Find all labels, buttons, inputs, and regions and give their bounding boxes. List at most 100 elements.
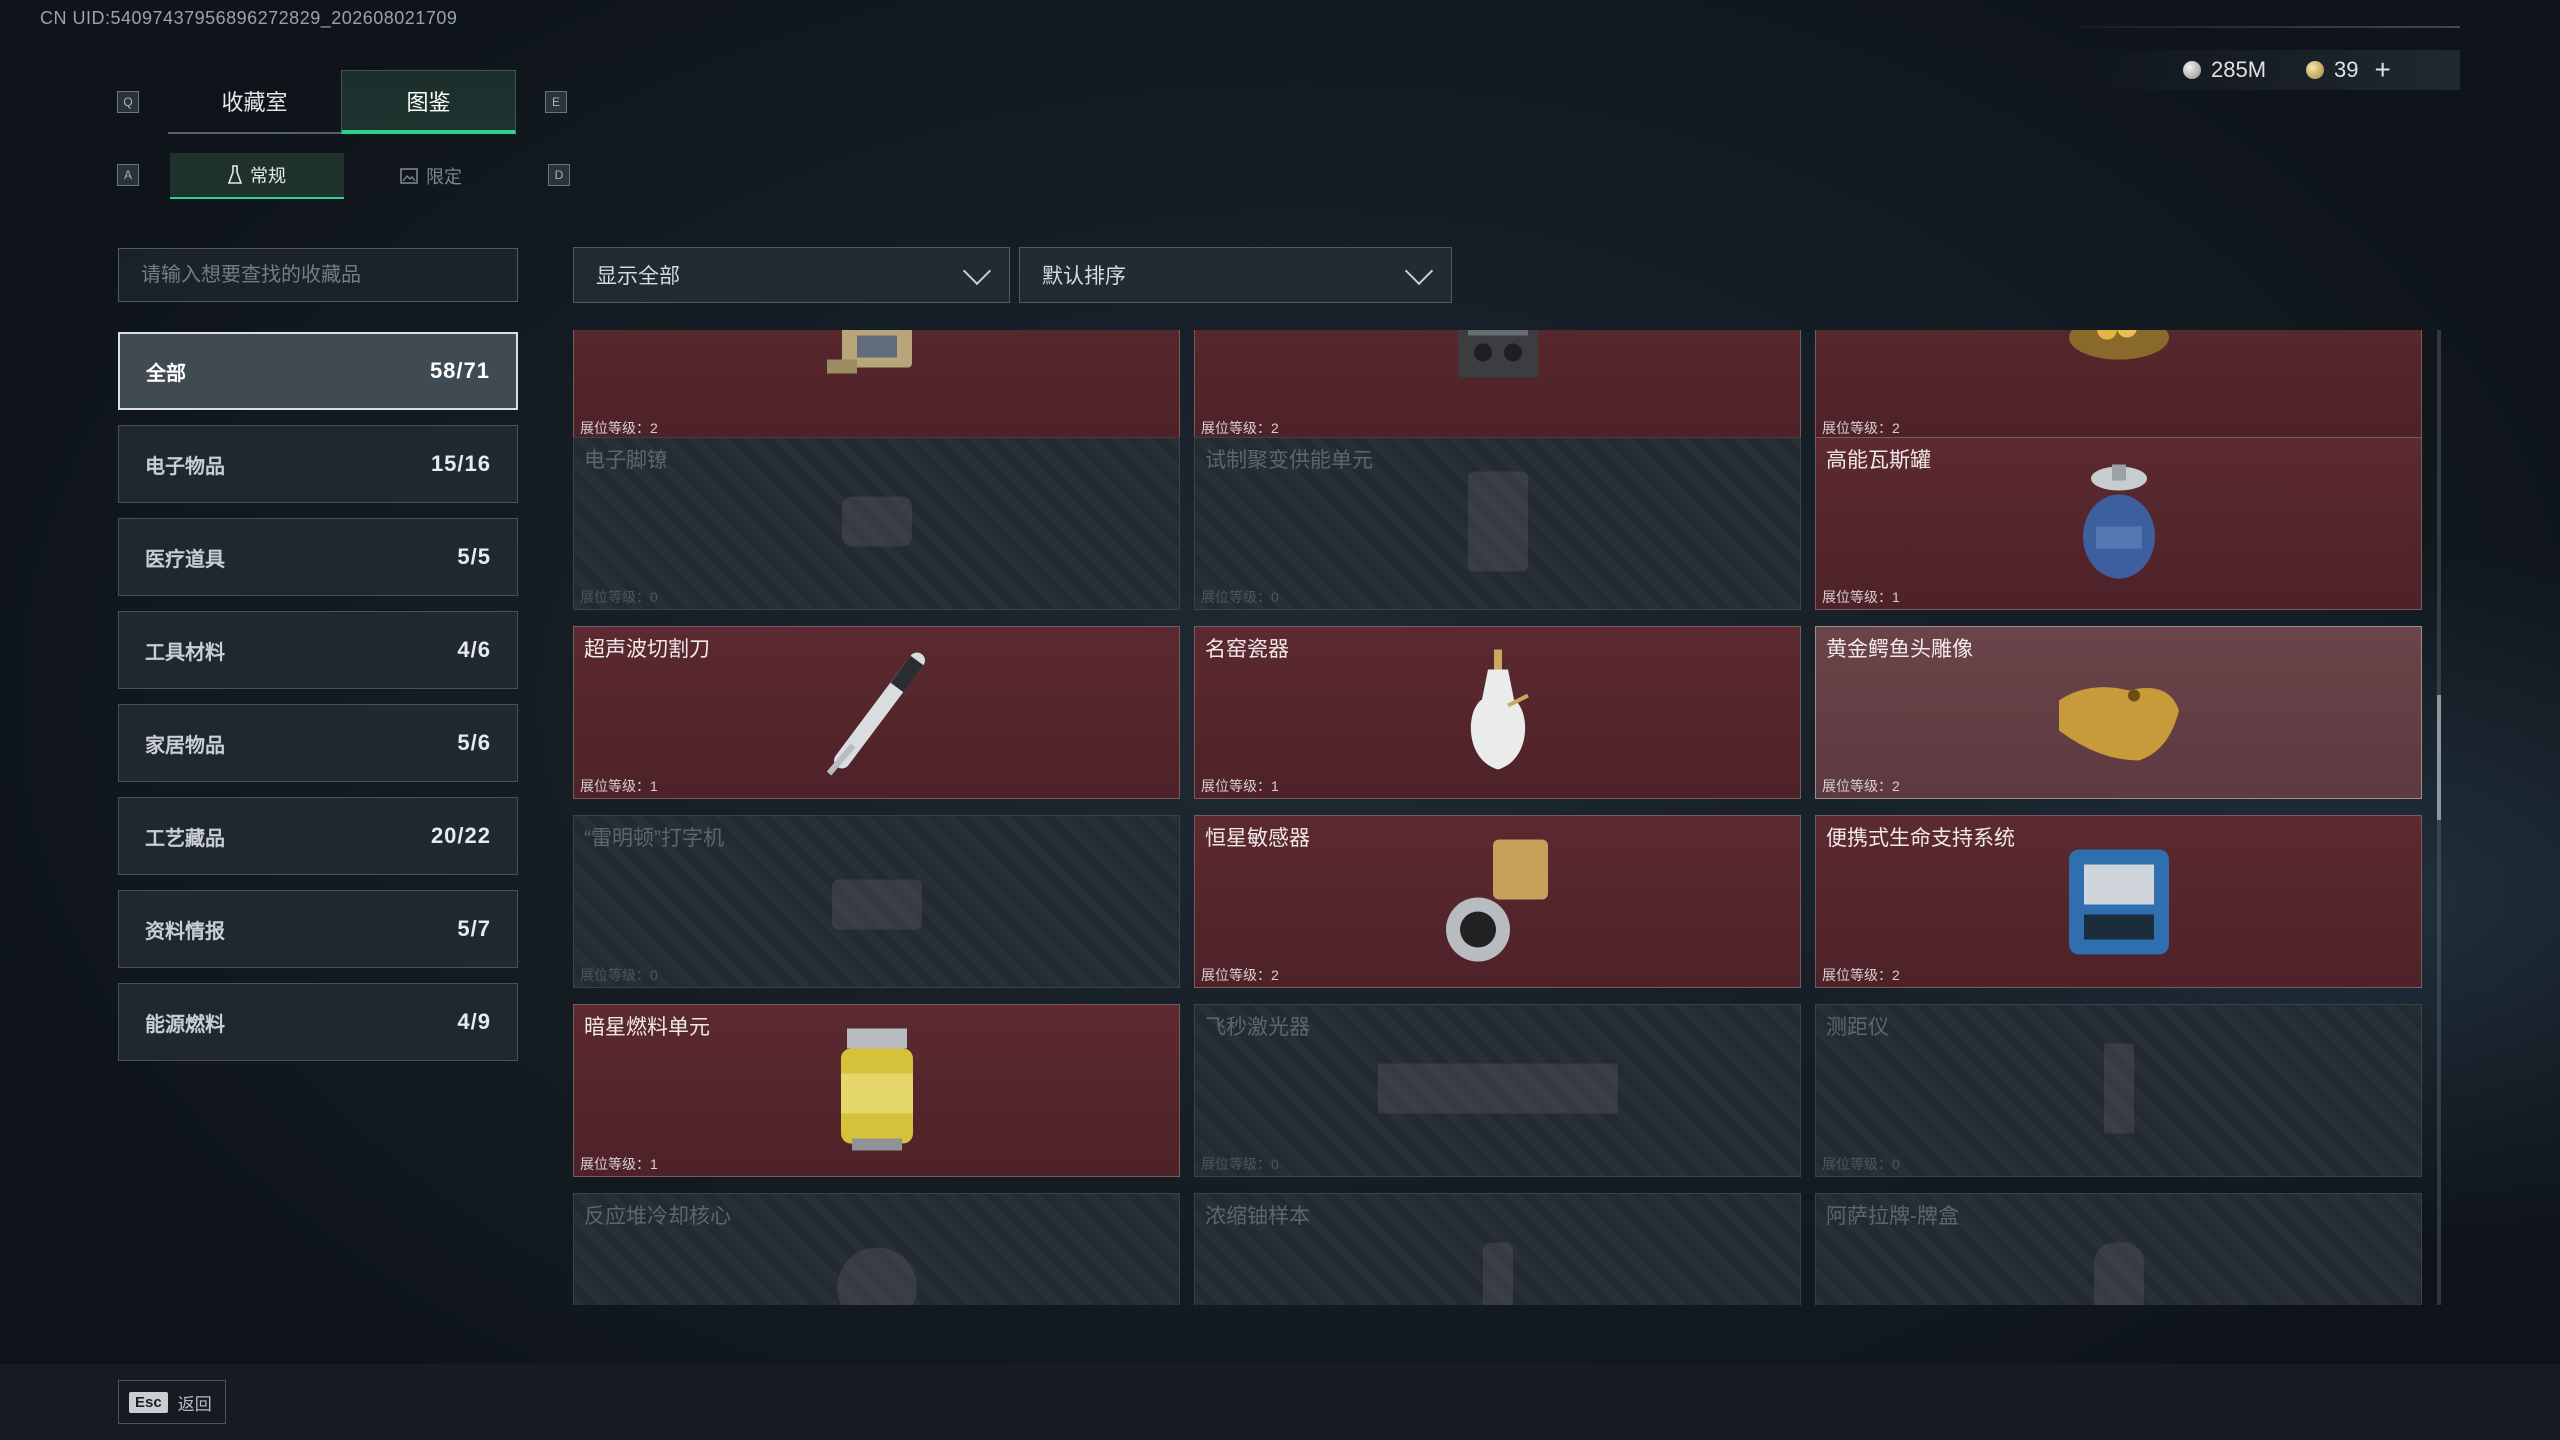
typewriter-icon [817,849,937,954]
silver-amount: 285M [2211,57,2267,82]
category-name: 家居物品 [145,734,225,757]
tab-collection-room[interactable]: 收藏室 [168,70,341,134]
silver-currency: 285M [2183,52,2266,88]
subtab-regular-label: 常规 [250,166,286,186]
add-currency-button[interactable]: + [2374,54,2390,86]
item-display-level: 展位等级：2 [1201,967,1279,983]
item-display-level: 展位等级：1 [1201,778,1279,794]
item-title: 试制聚变供能单元 [1205,449,1373,472]
chevron-down-icon [1404,256,1434,286]
collection-item-card[interactable]: 展位等级：2 [1194,330,1801,441]
item-display-level: 展位等级：0 [580,967,658,983]
category-name: 医疗道具 [145,548,225,571]
collection-item-card[interactable]: 超声波切割刀展位等级：1 [573,626,1180,799]
item-title: 名窑瓷器 [1205,638,1289,661]
gold-currency: 39 + [2306,52,2391,88]
subtab-regular[interactable]: 常规 [170,153,344,199]
item-title: 测距仪 [1826,1016,1889,1039]
category-name: 工艺藏品 [145,827,225,850]
back-label: 返回 [177,1394,212,1414]
fusion-unit-icon [1443,461,1553,586]
filter-dropdown-value: 显示全部 [596,265,680,288]
item-title: 反应堆冷却核心 [584,1205,731,1228]
collection-item-card[interactable]: 试制聚变供能单元展位等级：0 [1194,437,1801,610]
category-name: 全部 [146,362,186,385]
device-icon [817,330,937,402]
gold-crocodile-icon [2049,650,2189,775]
item-display-level: 展位等级：2 [1822,420,1900,436]
item-title: 超声波切割刀 [584,638,710,661]
image-icon [400,168,418,184]
collection-item-card[interactable]: 恒星敏感器展位等级：2 [1194,815,1801,988]
fuel-cell-icon [827,1018,927,1163]
life-support-icon [2054,829,2184,974]
header-decoration [2080,26,2460,28]
item-display-level: 展位等级：0 [1822,1156,1900,1172]
category-name: 资料情报 [145,920,225,943]
item-display-level: 展位等级：1 [580,778,658,794]
item-title: 飞秒激光器 [1205,1016,1310,1039]
key-hint-e: E [545,91,567,113]
collection-item-card[interactable]: 高能瓦斯罐 展位等级：1 [1815,437,2422,610]
golden-nest-icon [2059,330,2179,402]
collection-item-card[interactable]: 反应堆冷却核心 [573,1193,1180,1305]
subtab-limited-label: 限定 [426,167,462,187]
collection-item-card[interactable]: 展位等级：2 [573,330,1180,441]
card-box-icon [2079,1232,2159,1305]
collection-item-card[interactable]: 黄金鳄鱼头雕像 展位等级：2 [1815,626,2422,799]
category-item[interactable]: 家居物品 5/6 [118,704,518,782]
star-sensor-icon [1433,829,1563,974]
category-item[interactable]: 资料情报 5/7 [118,890,518,968]
filter-dropdown[interactable]: 显示全部 [573,247,1010,303]
tab-catalog[interactable]: 图鉴 [341,70,516,134]
category-name: 工具材料 [145,641,225,664]
item-title: 暗星燃料单元 [584,1016,710,1039]
collection-item-card[interactable]: 浓缩铀样本 [1194,1193,1801,1305]
collection-item-card[interactable]: 电子脚镣 展位等级：0 [573,437,1180,610]
collection-item-card[interactable]: 便携式生命支持系统 展位等级：2 [1815,815,2422,988]
grid-scrollbar[interactable] [2437,330,2441,1305]
category-item[interactable]: 工具材料 4/6 [118,611,518,689]
ultrasonic-knife-icon [817,645,937,780]
gold-amount: 39 [2334,57,2359,82]
collection-item-card[interactable]: 测距仪展位等级：0 [1815,1004,2422,1177]
item-title: 恒星敏感器 [1205,827,1310,850]
sort-dropdown[interactable]: 默认排序 [1019,247,1452,303]
category-count: 15/16 [430,451,491,476]
category-item[interactable]: 电子物品 15/16 [118,425,518,503]
item-display-level: 展位等级：0 [580,589,658,605]
esc-key-hint: Esc [129,1391,168,1413]
back-button[interactable]: Esc 返回 [118,1380,226,1424]
item-display-level: 展位等级：0 [1201,1156,1279,1172]
key-hint-a: A [117,164,139,186]
player-uid: CN UID:54097437956896272829_202608021709 [40,8,458,28]
search-box [118,248,518,302]
collection-item-card[interactable]: “雷明顿”打字机展位等级：0 [573,815,1180,988]
category-item[interactable]: 能源燃料 4/9 [118,983,518,1061]
category-count: 4/9 [457,1009,491,1034]
collection-item-card[interactable]: 展位等级：2 [1815,330,2422,441]
scrollbar-thumb[interactable] [2437,695,2441,820]
item-title: 便携式生命支持系统 [1826,827,2015,850]
collection-item-card[interactable]: 阿萨拉牌-牌盒 [1815,1193,2422,1305]
item-title: 阿萨拉牌-牌盒 [1826,1205,1959,1228]
silver-coin-icon [2183,61,2201,79]
item-title: “雷明顿”打字机 [584,827,724,850]
item-display-level: 展位等级：2 [1822,778,1900,794]
collection-item-card[interactable]: 暗星燃料单元展位等级：1 [573,1004,1180,1177]
item-title: 高能瓦斯罐 [1826,449,1931,472]
collection-item-card[interactable]: 飞秒激光器展位等级：0 [1194,1004,1801,1177]
footer-bar [0,1364,2560,1440]
item-display-level: 展位等级：1 [580,1156,658,1172]
collection-item-card[interactable]: 名窑瓷器展位等级：1 [1194,626,1801,799]
ankle-monitor-icon [822,471,932,576]
category-item[interactable]: 全部 58/71 [118,332,518,410]
subtab-limited[interactable]: 限定 [344,153,518,199]
item-display-level: 展位等级：0 [1201,589,1279,605]
category-item[interactable]: 工艺藏品 20/22 [118,797,518,875]
category-count: 58/71 [429,358,490,383]
chevron-down-icon [962,256,992,286]
category-item[interactable]: 医疗道具 5/5 [118,518,518,596]
laser-icon [1358,1043,1638,1138]
search-input[interactable] [139,262,497,288]
